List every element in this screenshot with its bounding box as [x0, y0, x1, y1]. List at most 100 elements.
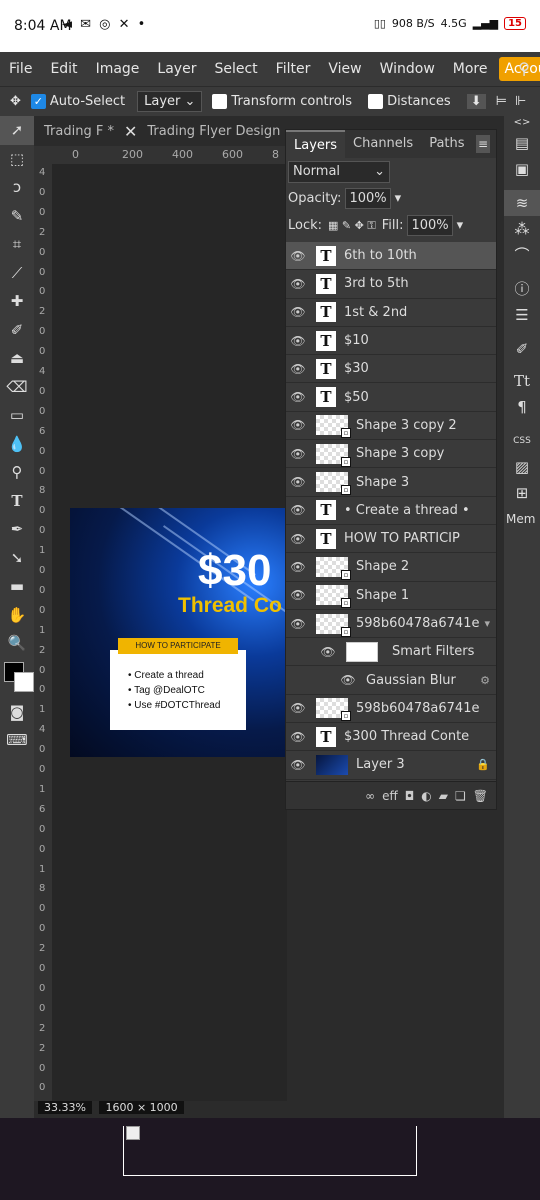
layer-row[interactable]: 👁 Layer 3 🔒 — [286, 751, 496, 780]
move-tool-icon[interactable]: ➚ — [0, 116, 34, 145]
new-layer-icon[interactable]: ❏ — [455, 789, 466, 803]
layer-row[interactable]: 👁 T $50 — [286, 383, 496, 412]
layer-row[interactable]: 👁 ▫ 598b60478a6741e — [286, 695, 496, 724]
eyedropper-icon[interactable]: ⟋ — [0, 259, 34, 288]
tab-channels[interactable]: Channels — [345, 130, 421, 158]
path-select-icon[interactable]: ➘ — [0, 544, 34, 573]
layer-row[interactable]: 👁 T 3rd to 5th — [286, 270, 496, 299]
background-color[interactable] — [14, 671, 34, 692]
search-icon[interactable]: ⚲ — [518, 59, 530, 78]
tab-trading-flyer-design[interactable]: Trading Flyer Design . — [137, 124, 298, 139]
menu-select[interactable]: Select — [205, 61, 266, 77]
quick-mask-icon[interactable]: ◙ — [0, 698, 34, 727]
layer-dropdown[interactable]: Layer ⌄ — [137, 91, 203, 112]
auto-select-checkbox[interactable]: ✓ — [30, 94, 46, 109]
hand-tool-icon[interactable]: ✋ — [0, 601, 34, 630]
visibility-eye-icon[interactable]: 👁 — [286, 560, 310, 574]
distances-checkbox[interactable] — [368, 94, 384, 109]
fill-dropdown-icon[interactable]: ▾ — [457, 218, 464, 233]
visibility-eye-icon[interactable]: 👁 — [286, 701, 310, 715]
dodge-tool-icon[interactable]: ⚲ — [0, 458, 34, 487]
visibility-eye-icon[interactable]: 👁 — [286, 334, 310, 348]
visibility-eye-icon[interactable]: 👁 — [286, 758, 310, 772]
channels-icon[interactable]: ⁂ — [504, 216, 540, 242]
menu-layer[interactable]: Layer — [148, 61, 205, 77]
visibility-eye-icon[interactable]: 👁 — [286, 362, 310, 376]
quick-select-icon[interactable]: ✎ — [0, 202, 34, 231]
close-tab-icon[interactable]: ✕ — [124, 122, 137, 141]
panel-menu-icon[interactable]: ≡ — [476, 135, 490, 153]
more-tools-label[interactable]: Mem — [504, 506, 540, 532]
download-icon[interactable]: ⬇ — [466, 94, 486, 109]
menu-file[interactable]: File — [0, 61, 41, 77]
menu-filter[interactable]: Filter — [267, 61, 320, 77]
visibility-eye-icon[interactable]: 👁 — [286, 249, 310, 263]
character-icon[interactable]: Tt — [504, 368, 540, 394]
swatches-icon[interactable]: ▣ — [504, 156, 540, 182]
collapse-icon[interactable]: <> — [504, 116, 540, 130]
shape-tool-icon[interactable]: ▬ — [0, 572, 34, 601]
layer-row[interactable]: 👁 ▫ Shape 2 — [286, 553, 496, 582]
tab-layers[interactable]: Layers — [286, 130, 346, 158]
eraser-tool-icon[interactable]: ⌫ — [0, 373, 34, 402]
fx-icon[interactable]: eff — [382, 789, 398, 803]
paragraph-icon[interactable]: ¶ — [504, 394, 540, 420]
visibility-eye-icon[interactable]: 👁 — [286, 617, 310, 631]
visibility-eye-icon[interactable]: 👁 — [286, 305, 310, 319]
layer-row[interactable]: 👁 T $10 — [286, 327, 496, 356]
expand-chevron-icon[interactable]: ▾ — [484, 617, 490, 630]
transform-controls-checkbox[interactable] — [212, 94, 228, 109]
menu-image[interactable]: Image — [87, 61, 149, 77]
visibility-eye-icon[interactable]: 👁 — [286, 390, 310, 404]
brush-settings-icon[interactable]: ✐ — [504, 336, 540, 362]
pen-tool-icon[interactable]: ✒ — [0, 515, 34, 544]
lock-icons[interactable]: ▦ ✎ ✥ ⚿ — [328, 219, 376, 233]
visibility-eye-icon[interactable]: 👁 — [286, 532, 310, 546]
visibility-eye-icon[interactable]: 👁 — [286, 730, 310, 744]
visibility-eye-icon[interactable]: 👁 — [286, 418, 310, 432]
gradient-tool-icon[interactable]: ▭ — [0, 401, 34, 430]
layers-icon[interactable]: ≋ — [504, 190, 540, 216]
layer-row[interactable]: 👁 ▫ Shape 1 — [286, 582, 496, 610]
layer-row[interactable]: 👁 T $300 Thread Conte — [286, 723, 496, 752]
visibility-eye-icon[interactable]: 👁 — [286, 447, 310, 461]
keyboard-icon[interactable]: ⌨ — [0, 726, 34, 755]
blur-tool-icon[interactable]: 💧 — [0, 430, 34, 459]
layer-row[interactable]: 👁 Smart Filters — [286, 638, 496, 667]
lasso-tool-icon[interactable]: ↄ — [0, 173, 34, 202]
tab-paths[interactable]: Paths — [421, 130, 472, 158]
filter-settings-icon[interactable]: ⚙ — [480, 674, 490, 687]
type-tool-icon[interactable]: T — [0, 487, 34, 516]
crop-tool-icon[interactable]: ⌗ — [0, 230, 34, 259]
marquee-tool-icon[interactable]: ⬚ — [0, 145, 34, 174]
artwork-preview[interactable]: $30 Thread Co • Create a thread • Tag @D… — [70, 508, 287, 757]
tab-trading-f[interactable]: Trading F * — [34, 124, 124, 139]
lock-icon[interactable]: 🔒 — [476, 758, 490, 771]
layer-row[interactable]: 👁 T HOW TO PARTICIP — [286, 525, 496, 554]
align-icon[interactable]: ⊨ — [496, 94, 507, 109]
layer-row[interactable]: 👁 ▫ 598b60478a6741e ▾ — [286, 610, 496, 639]
mask-icon[interactable]: ◘ — [405, 789, 415, 803]
paths-icon[interactable]: ⌒ — [504, 242, 540, 268]
align-center-icon[interactable]: ⊩ — [515, 94, 526, 109]
stamp-tool-icon[interactable]: ⏏ — [0, 344, 34, 373]
visibility-eye-icon[interactable]: 👁 — [286, 475, 310, 489]
layer-row[interactable]: 👁 T 1st & 2nd — [286, 299, 496, 327]
layer-row[interactable]: 👁 T $30 — [286, 355, 496, 384]
image-icon[interactable]: ▨ — [504, 454, 540, 480]
visibility-eye-icon[interactable]: 👁 — [286, 503, 310, 517]
folder-icon[interactable]: ▰ — [439, 789, 448, 803]
healing-icon[interactable]: ✚ — [0, 287, 34, 316]
menu-more[interactable]: More — [444, 61, 497, 77]
menu-window[interactable]: Window — [371, 61, 444, 77]
visibility-eye-icon[interactable]: 👁 — [286, 588, 310, 602]
history-icon[interactable]: ▤ — [504, 130, 540, 156]
delete-icon[interactable]: 🗑 — [473, 789, 488, 803]
info-icon[interactable]: ⓘ — [504, 276, 540, 302]
actions-icon[interactable]: ⊞ — [504, 480, 540, 506]
brush-tool-icon[interactable]: ✐ — [0, 316, 34, 345]
link-icon[interactable]: ∞ — [365, 789, 375, 803]
zoom-tool-icon[interactable]: 🔍 — [0, 629, 34, 658]
visibility-eye-icon[interactable]: 👁 — [286, 277, 310, 291]
fill-input[interactable]: 100% — [407, 215, 453, 236]
